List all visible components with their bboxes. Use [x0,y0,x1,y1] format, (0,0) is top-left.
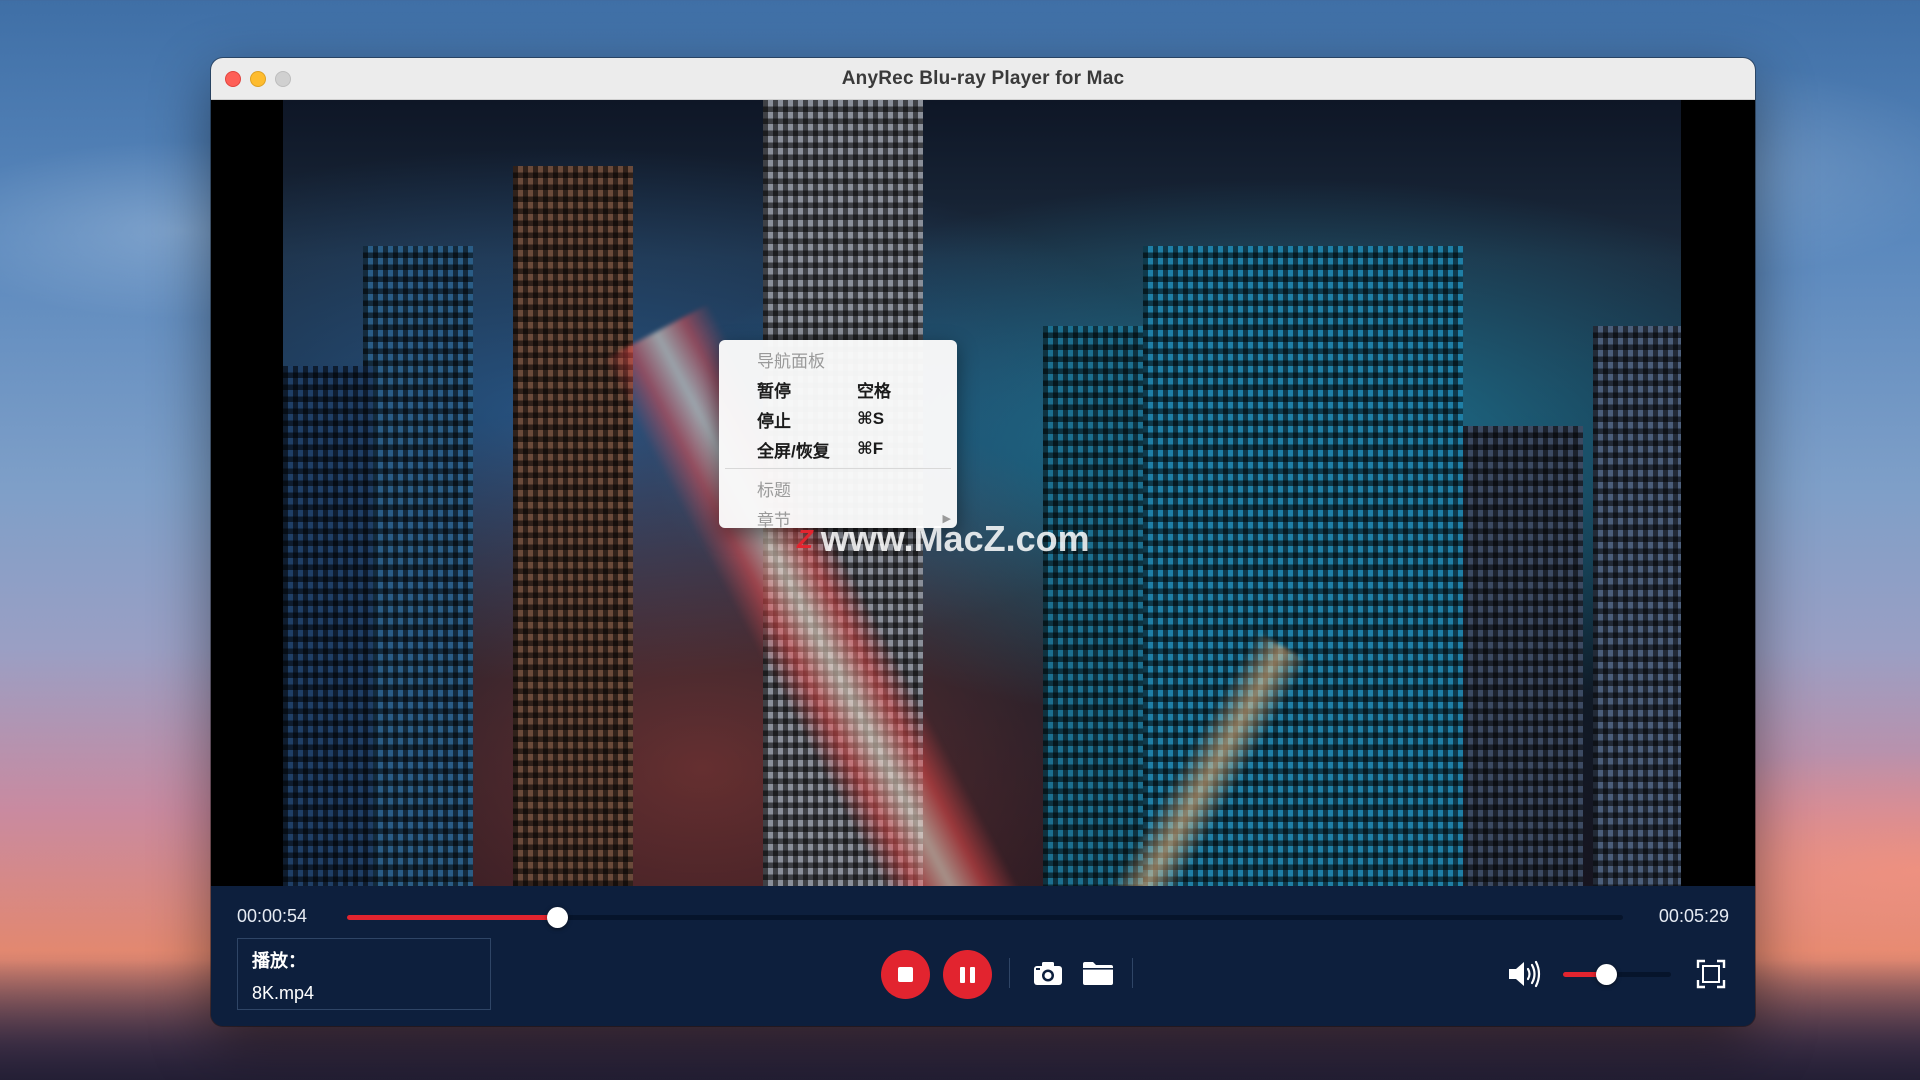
menu-item-pause[interactable]: 暂停 空格 [719,374,957,404]
file-name: 8K.mp4 [252,983,315,1003]
status-label: 播放： [252,951,306,971]
volume-thumb[interactable] [1596,964,1618,985]
folder-icon [1083,962,1113,985]
snapshot-button[interactable] [1033,958,1063,988]
control-bar: 00:00:54 00:05:29 播放： 8K.mp4 [211,886,1755,1026]
video-frame[interactable] [283,100,1681,886]
fullscreen-icon [1696,959,1726,989]
current-time: 00:00:54 [237,906,308,926]
progress-thumb[interactable] [546,907,568,928]
progress-slider[interactable] [347,907,1623,928]
watermark: Z www.MacZ.com [797,518,1090,560]
total-time: 00:05:29 [1658,906,1729,926]
pause-icon [960,966,965,983]
window-title: AnyRec Blu-ray Player for Mac [841,67,1125,89]
camera-icon [1034,962,1062,985]
divider [1009,958,1010,988]
now-playing-box: 播放： 8K.mp4 [237,938,491,1010]
title-bar[interactable]: AnyRec Blu-ray Player for Mac [211,58,1755,100]
menu-item-label: 章节 [757,510,791,530]
watermark-text: www.MacZ.com [820,518,1090,559]
volume-slider[interactable] [1563,964,1671,985]
menu-separator [725,468,951,469]
menu-item-shortcut: 空格 [857,381,891,401]
window-controls [225,71,291,87]
pause-button[interactable] [943,950,992,999]
close-icon[interactable] [225,71,241,87]
context-menu: 导航面板 暂停 空格 停止 ⌘S 全屏/恢复 ⌘F 标题 章节 ▶ [719,340,957,530]
menu-item-label: 停止 [757,411,791,431]
menu-item-label: 导航面板 [757,351,825,371]
menu-item-label: 全屏/恢复 [757,441,830,461]
video-area[interactable] [211,100,1755,886]
divider [1132,958,1133,988]
menu-item-title[interactable]: 标题 [719,473,957,503]
watermark-logo: Z [797,523,813,554]
menu-item-label: 标题 [757,480,791,500]
menu-item-navigation-panel[interactable]: 导航面板 [719,344,957,374]
menu-item-stop[interactable]: 停止 ⌘S [719,404,957,434]
stop-button[interactable] [881,950,930,999]
building [1593,326,1681,886]
building [1463,426,1583,886]
open-folder-button[interactable] [1082,958,1114,988]
menu-item-label: 暂停 [757,381,791,401]
menu-item-shortcut: ⌘S [857,409,885,428]
building [513,166,633,886]
minimize-icon[interactable] [250,71,266,87]
menu-item-fullscreen[interactable]: 全屏/恢复 ⌘F [719,434,957,464]
pause-icon [970,966,975,983]
progress-fill [347,915,557,920]
mute-button[interactable] [1507,958,1543,990]
fullscreen-button[interactable] [1695,958,1727,990]
zoom-icon[interactable] [275,71,291,87]
menu-item-shortcut: ⌘F [857,439,884,458]
building [363,246,473,886]
speaker-icon [1509,960,1541,988]
building [283,366,373,886]
